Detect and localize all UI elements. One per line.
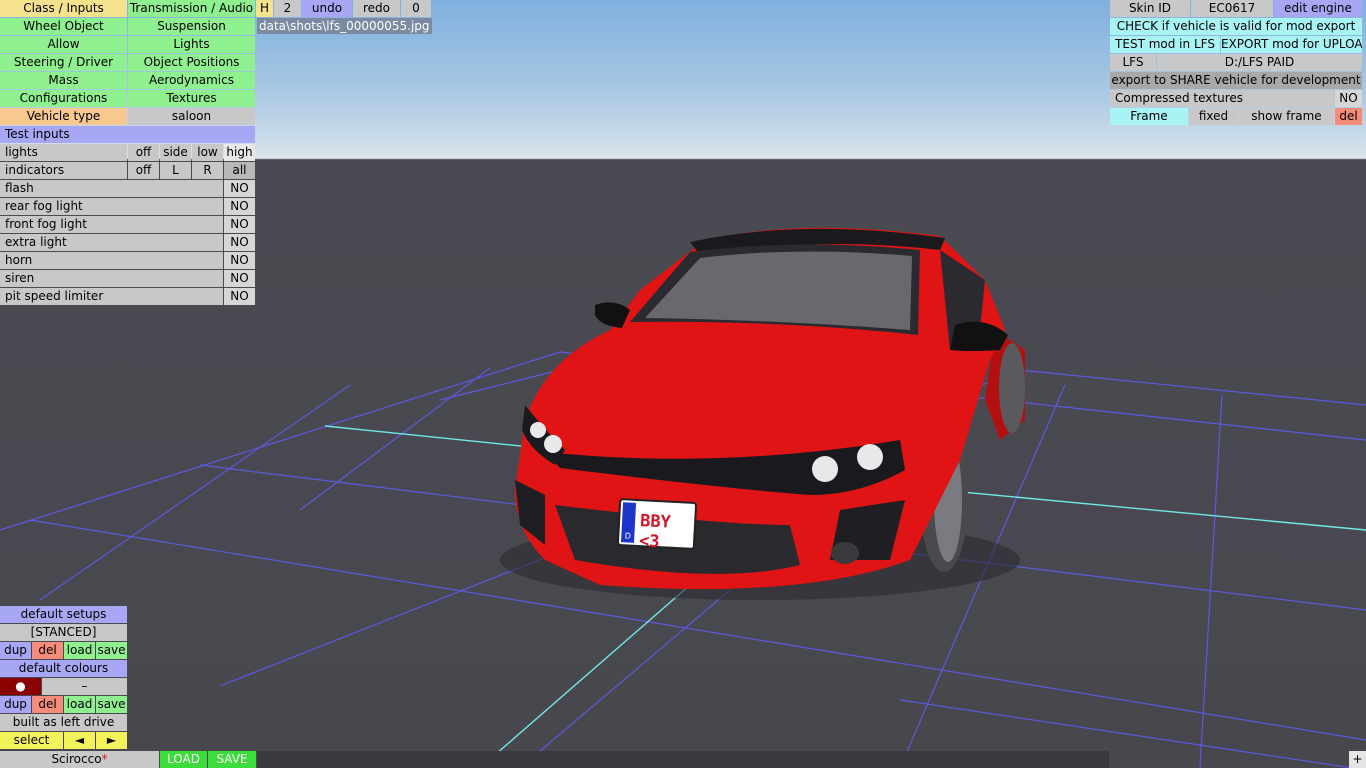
rear-fog-light-label: rear fog light xyxy=(0,198,223,215)
undo-button[interactable]: undo xyxy=(302,0,352,17)
pit-speed-limiter-label: pit speed limiter xyxy=(0,288,223,305)
setup-dup-button[interactable]: dup xyxy=(0,642,31,659)
lfs-label[interactable]: LFS xyxy=(1110,54,1156,71)
two-button[interactable]: 2 xyxy=(274,0,301,17)
compressed-textures-toggle[interactable]: NO xyxy=(1335,90,1362,107)
redo-button[interactable]: redo xyxy=(353,0,400,17)
indicators-right-button[interactable]: R xyxy=(192,162,223,179)
front-fog-light-label: front fog light xyxy=(0,216,223,233)
screenshot-path: data\shots\lfs_00000055.jpg xyxy=(257,18,432,34)
flash-toggle[interactable]: NO xyxy=(224,180,255,197)
h-button[interactable]: H xyxy=(256,0,273,17)
siren-label: siren xyxy=(0,270,223,287)
car-model xyxy=(500,227,1025,600)
plus-button[interactable]: + xyxy=(1349,751,1366,768)
tab-lights[interactable]: Lights xyxy=(128,36,255,53)
select-label: select xyxy=(0,732,63,749)
load-button[interactable]: LOAD xyxy=(160,751,207,768)
plate-eu-band: D xyxy=(621,502,637,543)
tab-suspension[interactable]: Suspension xyxy=(128,18,255,35)
flash-label: flash xyxy=(0,180,223,197)
setup-del-button[interactable]: del xyxy=(32,642,63,659)
indicators-left-button[interactable]: L xyxy=(160,162,191,179)
frame-del-button[interactable]: del xyxy=(1335,108,1362,125)
vehicle-type-select[interactable]: saloon xyxy=(128,108,255,125)
test-mod-button[interactable]: TEST mod in LFS xyxy=(1110,36,1220,53)
vehicle-type-label: Vehicle type xyxy=(0,108,127,125)
pit-speed-limiter-toggle[interactable]: NO xyxy=(224,288,255,305)
vehicle-name-text: Scirocco xyxy=(51,752,102,766)
default-colours-button[interactable]: default colours xyxy=(0,660,127,677)
tab-transmission-audio[interactable]: Transmission / Audio xyxy=(128,0,255,17)
frame-fixed-button[interactable]: fixed xyxy=(1189,108,1238,125)
setup-name-field[interactable]: [STANCED] xyxy=(0,624,127,641)
compressed-textures-label: Compressed textures xyxy=(1110,90,1334,107)
horn-label: horn xyxy=(0,252,223,269)
lights-off-button[interactable]: off xyxy=(128,144,159,161)
skin-id-label[interactable]: Skin ID xyxy=(1110,0,1190,17)
save-button[interactable]: SAVE xyxy=(208,751,256,768)
lights-low-button[interactable]: low xyxy=(192,144,223,161)
prev-arrow-icon[interactable]: ◄ xyxy=(64,732,95,749)
front-fog-light-toggle[interactable]: NO xyxy=(224,216,255,233)
indicators-off-button[interactable]: off xyxy=(128,162,159,179)
test-inputs-header: Test inputs xyxy=(0,126,255,143)
tab-steering-driver[interactable]: Steering / Driver xyxy=(0,54,127,71)
indicators-label: indicators xyxy=(0,162,127,179)
indicators-all-button[interactable]: all xyxy=(224,162,255,179)
frame-label: Frame xyxy=(1110,108,1188,125)
rear-fog-light-toggle[interactable]: NO xyxy=(224,198,255,215)
next-arrow-icon[interactable]: ► xyxy=(96,732,127,749)
plate-country: D xyxy=(624,531,632,541)
tab-wheel-object[interactable]: Wheel Object xyxy=(0,18,127,35)
export-upload-button[interactable]: EXPORT mod for UPLOAD xyxy=(1221,36,1362,53)
extra-light-label: extra light xyxy=(0,234,223,251)
horn-toggle[interactable]: NO xyxy=(224,252,255,269)
colour-name-field[interactable]: – xyxy=(42,678,127,695)
tab-allow[interactable]: Allow xyxy=(0,36,127,53)
modified-marker: * xyxy=(101,752,108,766)
lfs-path-field[interactable]: D:/LFS PAID xyxy=(1157,54,1362,71)
lights-high-button[interactable]: high xyxy=(224,144,255,161)
show-frame-button[interactable]: show frame xyxy=(1239,108,1334,125)
plate-text: BBY <3 xyxy=(638,511,672,553)
colour-swatch[interactable]: ● xyxy=(0,678,41,695)
export-share-button[interactable]: export to SHARE vehicle for development xyxy=(1110,72,1362,89)
setup-load-button[interactable]: load xyxy=(64,642,95,659)
lights-side-button[interactable]: side xyxy=(160,144,191,161)
tab-object-positions[interactable]: Object Positions xyxy=(128,54,255,71)
setup-save-button[interactable]: save xyxy=(96,642,127,659)
zero-button[interactable]: 0 xyxy=(401,0,431,17)
vehicle-name: Scirocco* xyxy=(0,751,159,768)
edit-engine-button[interactable]: edit engine xyxy=(1274,0,1362,17)
colour-save-button[interactable]: save xyxy=(96,696,127,713)
tab-configurations[interactable]: Configurations xyxy=(0,90,127,107)
tab-textures[interactable]: Textures xyxy=(128,90,255,107)
command-input[interactable] xyxy=(257,751,1109,768)
extra-light-toggle[interactable]: NO xyxy=(224,234,255,251)
tab-aerodynamics[interactable]: Aerodynamics xyxy=(128,72,255,89)
license-plate: D BBY <3 xyxy=(616,497,698,552)
skin-id-value[interactable]: EC0617 xyxy=(1191,0,1273,17)
tab-mass[interactable]: Mass xyxy=(0,72,127,89)
colour-del-button[interactable]: del xyxy=(32,696,63,713)
lights-label: lights xyxy=(0,144,127,161)
left-drive-toggle[interactable]: built as left drive xyxy=(0,714,127,731)
colour-dup-button[interactable]: dup xyxy=(0,696,31,713)
colour-load-button[interactable]: load xyxy=(64,696,95,713)
siren-toggle[interactable]: NO xyxy=(224,270,255,287)
check-valid-button[interactable]: CHECK if vehicle is valid for mod export xyxy=(1110,18,1362,35)
tab-class-inputs[interactable]: Class / Inputs xyxy=(0,0,127,17)
default-setups-button[interactable]: default setups xyxy=(0,606,127,623)
